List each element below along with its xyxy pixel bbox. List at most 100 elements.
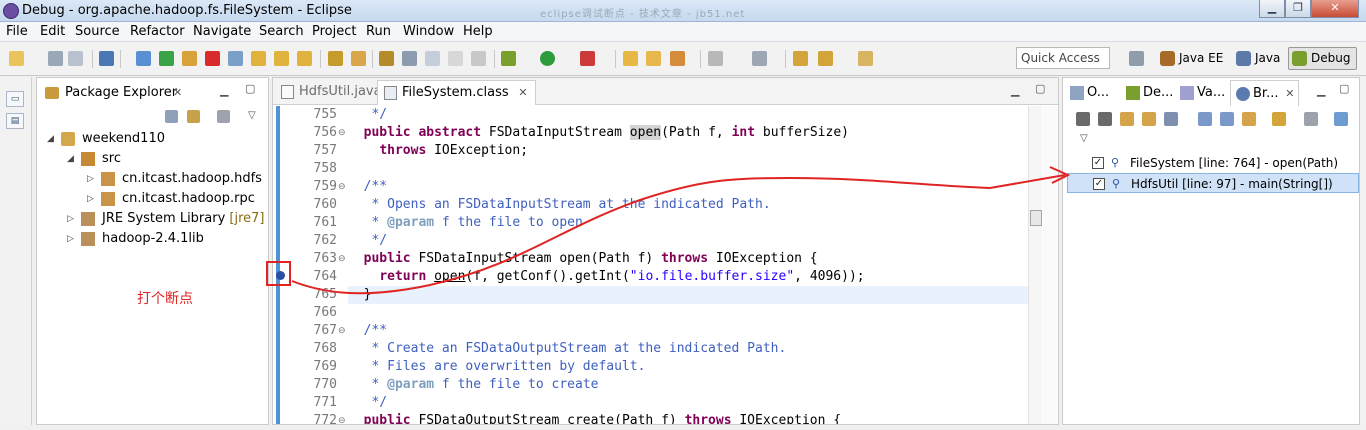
skip-breakpoints-icon[interactable] bbox=[136, 51, 151, 66]
display-icon[interactable] bbox=[448, 51, 463, 66]
code-line[interactable]: return open(f, getConf().getInt("io.file… bbox=[348, 268, 864, 286]
code-line[interactable]: * @param f the file to create bbox=[348, 376, 598, 394]
remove-selected-icon[interactable] bbox=[1076, 112, 1090, 126]
step-return-icon[interactable] bbox=[297, 51, 312, 66]
last-edit-icon[interactable] bbox=[793, 51, 808, 66]
close-button[interactable]: ✕ bbox=[1311, 0, 1359, 18]
collapse-all-icon[interactable] bbox=[1220, 112, 1234, 126]
overview-ruler[interactable] bbox=[1043, 106, 1057, 424]
step-into-icon[interactable] bbox=[251, 51, 266, 66]
menu-edit[interactable]: Edit bbox=[40, 24, 65, 39]
tab-variables[interactable]: Va... bbox=[1175, 80, 1225, 106]
editor-vertical-scrollbar[interactable] bbox=[1028, 106, 1042, 424]
collapse-all-icon[interactable] bbox=[165, 110, 178, 123]
menu-file[interactable]: File bbox=[6, 24, 28, 39]
expand-all-icon[interactable] bbox=[1198, 112, 1212, 126]
open-type-icon[interactable] bbox=[646, 51, 661, 66]
skip-all-icon[interactable] bbox=[1164, 112, 1178, 126]
menu-refactor[interactable]: Refactor bbox=[130, 24, 185, 39]
perspective-debug[interactable]: Debug bbox=[1288, 47, 1358, 70]
fold-toggle-icon[interactable]: ⊖ bbox=[338, 124, 346, 142]
close-icon[interactable]: ✕ bbox=[173, 80, 182, 106]
breakpoint-checkbox[interactable]: ✓ bbox=[1093, 178, 1105, 190]
open-perspective-icon[interactable] bbox=[1129, 51, 1144, 66]
search-icon[interactable] bbox=[670, 51, 685, 66]
tab-outline[interactable]: O... bbox=[1065, 80, 1109, 106]
code-line[interactable]: * Files are overwritten by default. bbox=[348, 358, 645, 376]
code-text-area[interactable]: */ public abstract FSDataInputStream ope… bbox=[348, 106, 1028, 424]
menu-search[interactable]: Search bbox=[259, 24, 304, 39]
new-icon[interactable] bbox=[9, 51, 24, 66]
code-line[interactable]: * Create an FSDataOutputStream at the in… bbox=[348, 340, 786, 358]
tab-debug[interactable]: De... bbox=[1121, 80, 1173, 106]
fold-toggle-icon[interactable]: ⊖ bbox=[338, 250, 346, 268]
menu-navigate[interactable]: Navigate bbox=[193, 24, 251, 39]
toggle-mark-icon[interactable] bbox=[708, 51, 723, 66]
code-line[interactable]: * Opens an FSDataInputStream at the indi… bbox=[348, 196, 770, 214]
forward-icon[interactable] bbox=[858, 51, 873, 66]
step-over-icon[interactable] bbox=[274, 51, 289, 66]
menu-project[interactable]: Project bbox=[312, 24, 356, 39]
maximize-icon[interactable]: ▢ bbox=[1035, 82, 1045, 95]
run-external-tools-icon[interactable] bbox=[580, 51, 595, 66]
code-line[interactable]: /** bbox=[348, 322, 388, 340]
close-icon[interactable]: ✕ bbox=[1285, 81, 1294, 107]
disconnect-icon[interactable] bbox=[228, 51, 243, 66]
restore-icon[interactable]: ▭ bbox=[6, 91, 24, 107]
suspend-icon[interactable] bbox=[182, 51, 197, 66]
fold-toggle-icon[interactable]: ⊖ bbox=[338, 178, 346, 196]
debug-view-icon[interactable]: ▤ bbox=[6, 113, 24, 129]
use-step-filters-icon[interactable] bbox=[351, 51, 366, 66]
run-icon[interactable] bbox=[540, 51, 555, 66]
fold-toggle-icon[interactable]: ⊖ bbox=[338, 412, 346, 430]
menu-run[interactable]: Run bbox=[366, 24, 391, 39]
perspective-java[interactable]: Java bbox=[1232, 47, 1287, 70]
menu-source[interactable]: Source bbox=[75, 24, 120, 39]
minimize-icon[interactable]: ▁ bbox=[1317, 84, 1325, 97]
show-supported-icon[interactable] bbox=[1120, 112, 1134, 126]
minimize-button[interactable]: ▁ bbox=[1259, 0, 1285, 18]
minimize-icon[interactable]: ▁ bbox=[220, 84, 228, 97]
code-line[interactable]: public FSDataOutputStream create(Path f)… bbox=[348, 412, 841, 424]
view-menu-icon[interactable] bbox=[1304, 112, 1318, 126]
tab-filesystem-class[interactable]: FileSystem.class ✕ bbox=[377, 80, 536, 105]
new-java-project-icon[interactable] bbox=[623, 51, 638, 66]
tab-breakpoints[interactable]: Br... ✕ bbox=[1230, 80, 1300, 107]
scrollbar-thumb[interactable] bbox=[1030, 210, 1042, 226]
execute-icon[interactable] bbox=[471, 51, 486, 66]
quick-access-input[interactable]: Quick Access bbox=[1016, 47, 1110, 69]
tab-hdfsutil-java[interactable]: HdfsUtil.java bbox=[275, 80, 390, 105]
terminate-icon[interactable] bbox=[205, 51, 220, 66]
maximize-icon[interactable]: ▢ bbox=[245, 82, 255, 95]
breakpoint-checkbox[interactable]: ✓ bbox=[1092, 157, 1104, 169]
code-line[interactable]: /** bbox=[348, 178, 388, 196]
chevron-down-icon[interactable]: ▽ bbox=[248, 110, 256, 121]
inspect-icon[interactable] bbox=[425, 51, 440, 66]
add-exception-breakpoint-icon[interactable] bbox=[1272, 112, 1286, 126]
code-line[interactable]: */ bbox=[348, 106, 387, 124]
code-line[interactable]: } bbox=[348, 286, 1028, 304]
code-line[interactable]: public abstract FSDataInputStream open(P… bbox=[348, 124, 849, 142]
code-line[interactable]: */ bbox=[348, 232, 387, 250]
link-with-debug-icon[interactable] bbox=[1242, 112, 1256, 126]
breakpoint-item[interactable]: ✓ ⚲ FileSystem [line: 764] - open(Path) bbox=[1067, 153, 1359, 173]
save-all-icon[interactable] bbox=[68, 51, 83, 66]
code-line[interactable]: public FSDataInputStream open(Path f) th… bbox=[348, 250, 818, 268]
watch-icon[interactable] bbox=[402, 51, 417, 66]
drop-frame-icon[interactable] bbox=[328, 51, 343, 66]
link-with-editor-icon[interactable] bbox=[187, 110, 200, 123]
save-icon[interactable] bbox=[48, 51, 63, 66]
breakpoint-marker-icon[interactable] bbox=[276, 271, 285, 280]
resume-icon[interactable] bbox=[159, 51, 174, 66]
view-menu-icon[interactable] bbox=[217, 110, 230, 123]
back-icon[interactable] bbox=[818, 51, 833, 66]
console-icon[interactable] bbox=[99, 51, 114, 66]
breakpoint-item-selected[interactable]: ✓ ⚲ HdfsUtil [line: 97] - main(String[]) bbox=[1067, 173, 1359, 193]
menu-help[interactable]: Help bbox=[463, 24, 493, 39]
code-line[interactable]: */ bbox=[348, 394, 387, 412]
code-line[interactable]: * @param f the file to open bbox=[348, 214, 582, 232]
chevron-down-icon[interactable]: ▽ bbox=[1080, 133, 1088, 144]
debug-bug-icon[interactable] bbox=[501, 51, 516, 66]
toggle-icon[interactable] bbox=[1334, 112, 1348, 126]
menu-window[interactable]: Window bbox=[403, 24, 454, 39]
